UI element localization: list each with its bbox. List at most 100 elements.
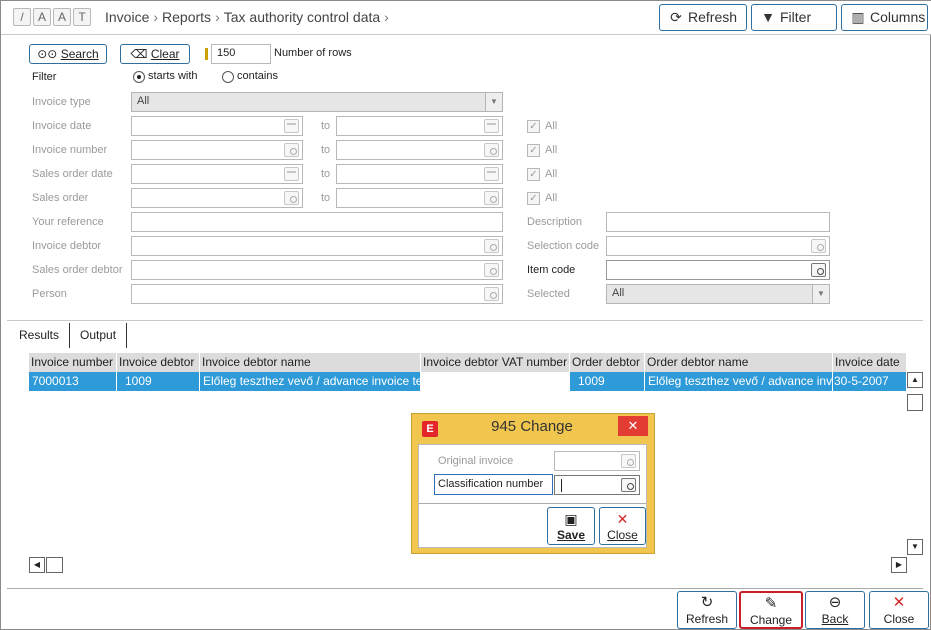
column-header-order-debtor[interactable]: Order debtor	[570, 353, 645, 372]
dialog-close-icon[interactable]: ✕	[618, 416, 648, 436]
to-label: to	[321, 144, 331, 156]
cell-order-debtor: 1009	[570, 372, 645, 391]
invoice-number-from-input[interactable]	[131, 140, 303, 160]
filter-button[interactable]: ▼ Filter	[751, 4, 837, 31]
sales-order-date-from-input[interactable]	[131, 164, 303, 184]
your-reference-input[interactable]	[131, 212, 503, 232]
lookup-icon[interactable]	[484, 239, 499, 253]
item-code-input[interactable]	[606, 260, 830, 280]
quick-link-t[interactable]: T	[73, 8, 91, 26]
column-header-invoice-number[interactable]: Invoice number	[29, 353, 117, 372]
invoice-type-label: Invoice type	[32, 96, 91, 108]
description-input[interactable]	[606, 212, 830, 232]
table-row[interactable]: 7000013 1009 Előleg teszthez vevő / adva…	[29, 372, 907, 391]
lookup-icon[interactable]	[811, 239, 826, 253]
vertical-scrollbar[interactable]: ▲ ▼	[907, 372, 923, 556]
invoice-number-to-input[interactable]	[336, 140, 503, 160]
selection-code-input[interactable]	[606, 236, 830, 256]
scroll-right-icon[interactable]: ▶	[891, 557, 907, 573]
lookup-icon[interactable]	[811, 263, 826, 277]
lookup-icon[interactable]	[284, 191, 299, 205]
breadcrumb-reports[interactable]: Reports	[162, 9, 211, 25]
refresh-bottom-button[interactable]: ↻ Refresh	[677, 591, 737, 629]
column-header-invoice-debtor[interactable]: Invoice debtor	[117, 353, 200, 372]
invoice-date-label: Invoice date	[32, 120, 92, 132]
sales-order-to-input[interactable]	[336, 188, 503, 208]
cell-invoice-debtor-name: Előleg teszthez vevő / advance invoice t…	[200, 372, 421, 391]
calendar-icon[interactable]	[484, 119, 499, 133]
invoice-date-to-input[interactable]	[336, 116, 503, 136]
to-label: to	[321, 192, 331, 204]
column-header-vat-number[interactable]: Invoice debtor VAT number	[421, 353, 570, 372]
calendar-icon[interactable]	[484, 167, 499, 181]
columns-button[interactable]: ▥ Columns	[841, 4, 928, 31]
lookup-icon[interactable]	[284, 143, 299, 157]
lookup-icon[interactable]	[484, 143, 499, 157]
sales-order-date-to-input[interactable]	[336, 164, 503, 184]
scroll-thumb[interactable]	[907, 394, 923, 411]
column-header-order-debtor-name[interactable]: Order debtor name	[645, 353, 833, 372]
invoice-number-all-checkbox[interactable]: ✓	[527, 144, 540, 157]
invoice-number-label: Invoice number	[32, 144, 108, 156]
classification-number-input[interactable]	[554, 475, 640, 495]
search-button[interactable]: ⊙⊙ Search	[29, 44, 107, 64]
lookup-icon[interactable]	[621, 454, 636, 468]
scroll-thumb-horizontal[interactable]	[46, 557, 63, 573]
columns-button-label: Columns	[870, 9, 926, 25]
scroll-down-icon[interactable]: ▼	[907, 539, 923, 555]
back-button[interactable]: ⊖ Back	[805, 591, 865, 629]
chevron-right-icon: ›	[384, 9, 389, 25]
cell-invoice-number: 7000013	[29, 372, 117, 391]
lookup-icon[interactable]	[484, 287, 499, 301]
to-label: to	[321, 120, 331, 132]
sales-order-date-label: Sales order date	[32, 168, 113, 180]
invoice-date-all-checkbox[interactable]: ✓	[527, 120, 540, 133]
invoice-type-select[interactable]: All ▼	[131, 92, 503, 112]
scroll-up-icon[interactable]: ▲	[907, 372, 923, 388]
rows-input[interactable]: 150	[211, 44, 271, 64]
quick-link-a2[interactable]: A	[53, 8, 71, 26]
rows-label: Number of rows	[274, 47, 352, 59]
close-icon: ✕	[616, 511, 629, 527]
filter-label: Filter	[32, 71, 57, 83]
column-header-invoice-date[interactable]: Invoice date	[833, 353, 907, 372]
change-button[interactable]: ✎ Change	[739, 591, 803, 629]
close-icon: ✕	[892, 594, 906, 611]
lookup-icon[interactable]	[621, 478, 636, 492]
invoice-date-from-input[interactable]	[131, 116, 303, 136]
quick-link-slash[interactable]: /	[13, 8, 31, 26]
calendar-icon[interactable]	[284, 119, 299, 133]
contains-radio[interactable]	[222, 71, 234, 83]
dialog-close-button[interactable]: ✕ Close	[599, 507, 646, 545]
contains-label: contains	[237, 70, 278, 82]
top-bar: / A A T Invoice › Reports › Tax authority co…	[1, 1, 931, 35]
invoice-debtor-input[interactable]	[131, 236, 503, 256]
sales-order-from-input[interactable]	[131, 188, 303, 208]
sales-order-date-all-checkbox[interactable]: ✓	[527, 168, 540, 181]
lookup-icon[interactable]	[484, 263, 499, 277]
tab-results[interactable]: Results	[9, 323, 71, 348]
refresh-button[interactable]: ⟳ Refresh	[659, 4, 747, 31]
tab-output[interactable]: Output	[69, 323, 128, 348]
divider	[419, 503, 646, 504]
scroll-left-icon[interactable]: ◀	[29, 557, 45, 573]
back-button-label: Back	[821, 612, 849, 626]
all-label: All	[545, 192, 558, 204]
original-invoice-input[interactable]	[554, 451, 640, 471]
starts-with-radio[interactable]	[133, 71, 145, 83]
column-header-invoice-debtor-name[interactable]: Invoice debtor name	[200, 353, 421, 372]
breadcrumb-invoice[interactable]: Invoice	[105, 9, 149, 25]
save-button[interactable]: ▣ Save	[547, 507, 595, 545]
calendar-icon[interactable]	[284, 167, 299, 181]
lookup-icon[interactable]	[484, 191, 499, 205]
clear-button-label: Clear	[150, 47, 180, 61]
sales-order-debtor-input[interactable]	[131, 260, 503, 280]
quick-link-a1[interactable]: A	[33, 8, 51, 26]
horizontal-scrollbar[interactable]: ◀ ▶	[29, 557, 907, 573]
clear-button[interactable]: ⌫ Clear	[120, 44, 190, 64]
sales-order-all-checkbox[interactable]: ✓	[527, 192, 540, 205]
close-bottom-button[interactable]: ✕ Close	[869, 591, 929, 629]
person-input[interactable]	[131, 284, 503, 304]
invoice-debtor-label: Invoice debtor	[32, 240, 102, 252]
selected-select[interactable]: All ▼	[606, 284, 830, 304]
